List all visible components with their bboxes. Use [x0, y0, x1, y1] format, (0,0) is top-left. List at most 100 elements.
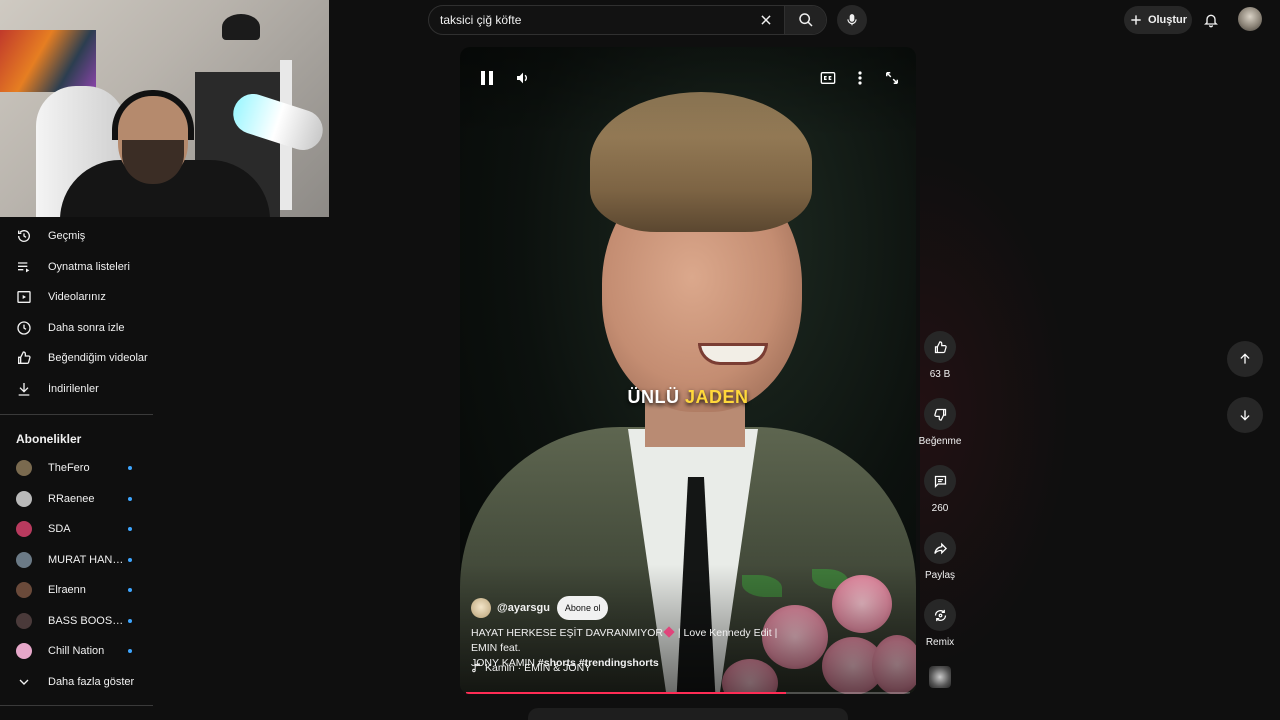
create-button[interactable]: Oluştur	[1124, 6, 1192, 34]
subscription-item[interactable]: Elraenn	[0, 575, 153, 606]
your-videos-icon	[16, 289, 32, 305]
fullscreen-button[interactable]	[881, 67, 903, 89]
captions-icon	[820, 72, 836, 84]
wall-poster	[0, 30, 96, 92]
subscription-label: RRaenee	[48, 492, 95, 505]
chevron-down-icon	[16, 674, 32, 690]
captions-button[interactable]	[817, 67, 839, 89]
new-content-dot	[128, 466, 132, 471]
comment-icon	[934, 475, 946, 488]
search-input[interactable]	[429, 6, 754, 34]
music-label: Kamin · EMIN & JONY	[485, 662, 592, 674]
sidebar-divider	[0, 705, 153, 706]
subscription-label: Elraenn	[48, 584, 86, 597]
new-content-dot	[128, 496, 132, 501]
voice-search-button[interactable]	[837, 5, 867, 35]
sidebar-item-label: Beğendiğim videolar	[48, 352, 148, 365]
dislike-label: Beğenme	[918, 436, 962, 447]
bell-icon	[1204, 14, 1218, 28]
subscription-item[interactable]: MURAT HAN IQ	[0, 545, 153, 576]
shorts-video-player[interactable]: ÜNLÜ JADEN @ayarsgu Abone ol HAYAT HERKE…	[460, 47, 916, 694]
caption-white-text: ÜNLÜ	[627, 387, 680, 407]
subscription-item[interactable]: BASS BOOSTED ...	[0, 606, 153, 637]
share-label: Paylaş	[924, 570, 955, 581]
channel-avatar[interactable]	[471, 598, 491, 618]
downloads-icon	[16, 381, 32, 397]
more-options-button[interactable]	[849, 67, 871, 89]
heart-icon	[663, 626, 675, 638]
remix-label: Remix	[925, 637, 955, 648]
arrow-down-icon	[1240, 410, 1250, 421]
search-icon	[798, 13, 813, 27]
like-count: 63 B	[929, 369, 951, 380]
ceiling-lamp	[222, 14, 260, 40]
create-label: Oluştur	[1147, 14, 1188, 26]
sidebar-item-your-videos[interactable]: Videolarınız	[0, 282, 153, 313]
remix-icon	[934, 609, 946, 621]
caption-yellow-text: JADEN	[685, 387, 749, 407]
search-box	[428, 5, 827, 35]
pause-icon	[481, 71, 493, 85]
sidebar-item-label: İndirilenler	[48, 382, 99, 395]
new-content-dot	[128, 557, 132, 562]
thumbs-up-icon	[934, 340, 947, 353]
previous-short-button[interactable]	[1227, 341, 1263, 377]
sidebar-divider	[0, 414, 153, 415]
subscription-label: BASS BOOSTED ...	[48, 614, 124, 627]
subscription-item[interactable]: RRaenee	[0, 484, 153, 515]
webcam-overlay	[0, 0, 329, 217]
sound-thumbnail[interactable]	[929, 666, 951, 688]
watch-later-icon	[16, 320, 32, 336]
subscription-item[interactable]: TheFero	[0, 453, 153, 484]
sidebar-item-playlists[interactable]: Oynatma listeleri	[0, 252, 153, 283]
channel-avatar	[16, 612, 32, 629]
subscription-label: SDA	[48, 523, 71, 536]
sidebar-item-liked-videos[interactable]: Beğendiğim videolar	[0, 343, 153, 374]
channel-avatar	[16, 551, 32, 568]
user-avatar[interactable]	[1238, 7, 1262, 31]
new-content-dot	[128, 649, 132, 654]
volume-button[interactable]	[512, 67, 534, 89]
sidebar-item-label: Geçmiş	[48, 230, 86, 243]
sidebar-item-downloads[interactable]: İndirilenler	[0, 374, 153, 405]
next-short-preview	[528, 708, 848, 720]
music-row[interactable]: Kamin · EMIN & JONY	[471, 662, 591, 674]
show-more-button[interactable]: Daha fazla göster	[0, 667, 153, 698]
video-caption: ÜNLÜ JADEN	[460, 387, 916, 408]
remix-button[interactable]	[924, 599, 956, 631]
comments-button[interactable]	[924, 465, 956, 497]
next-short-button[interactable]	[1227, 397, 1263, 433]
channel-avatar	[16, 490, 32, 507]
remix-action: Remix	[920, 599, 960, 648]
channel-avatar	[16, 582, 32, 599]
subscription-item[interactable]: Chill Nation	[0, 636, 153, 667]
like-action: 63 B	[920, 331, 960, 380]
liked-videos-icon	[16, 350, 32, 366]
channel-name[interactable]: @ayarsgu	[497, 602, 550, 614]
pause-button[interactable]	[476, 67, 498, 89]
playlists-icon	[16, 259, 32, 275]
comments-action: 260	[920, 465, 960, 514]
like-button[interactable]	[924, 331, 956, 363]
clear-search-icon[interactable]	[754, 8, 778, 32]
share-button[interactable]	[924, 532, 956, 564]
sidebar-item-label: Videolarınız	[48, 291, 106, 304]
microphone-icon	[847, 14, 857, 26]
music-note-icon	[472, 663, 480, 673]
notifications-button[interactable]	[1198, 6, 1224, 34]
subscriptions-heading: Abonelikler	[16, 432, 82, 446]
progress-bar[interactable]	[466, 692, 910, 694]
dislike-button[interactable]	[924, 398, 956, 430]
search-button[interactable]	[784, 6, 826, 34]
subscribe-button[interactable]: Abone ol	[556, 596, 609, 620]
volume-icon	[517, 72, 527, 84]
share-action: Paylaş	[920, 532, 960, 581]
sidebar-item-watch-later[interactable]: Daha sonra izle	[0, 313, 153, 344]
plus-icon	[1131, 15, 1141, 25]
sidebar-item-history[interactable]: Geçmiş	[0, 221, 153, 252]
new-content-dot	[128, 618, 132, 623]
show-more-label: Daha fazla göster	[48, 675, 135, 688]
subscription-item[interactable]: SDA	[0, 514, 153, 545]
history-icon	[16, 228, 32, 244]
sidebar-item-label: Daha sonra izle	[48, 321, 125, 334]
